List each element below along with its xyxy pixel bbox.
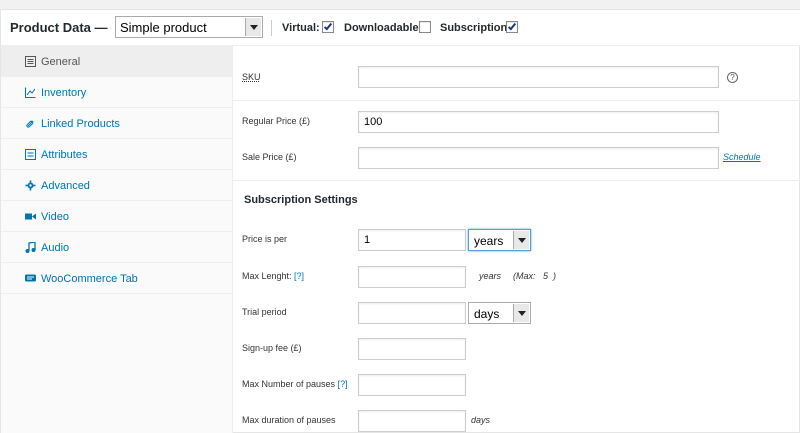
regular-price-input[interactable] — [358, 111, 719, 133]
video-icon — [25, 213, 36, 220]
product-type-value: Simple product — [120, 20, 207, 35]
price-per-unit-select[interactable]: years — [468, 229, 531, 251]
tab-linked-products[interactable]: Linked Products — [1, 108, 233, 139]
trial-period-label: Trial period — [242, 307, 287, 317]
tab-inventory[interactable]: Inventory — [1, 77, 233, 108]
max-pauses-label: Max Number of pauses [?] — [242, 379, 348, 389]
chevron-down-icon — [245, 18, 261, 36]
max-pauses-help-link[interactable]: [?] — [338, 379, 348, 389]
checkmark-icon — [507, 21, 517, 31]
max-length-label: Max Lenght: [?] — [242, 271, 305, 281]
panel-header: Product Data — Simple product Virtual: D… — [1, 10, 800, 46]
tab-attributes[interactable]: Attributes — [1, 139, 233, 170]
tab-label: General — [41, 56, 81, 68]
tab-advanced[interactable]: Advanced — [1, 170, 233, 201]
tab-icon — [25, 274, 36, 282]
audio-icon — [25, 242, 36, 253]
max-pauses-input[interactable] — [358, 374, 466, 396]
signup-fee-input[interactable] — [358, 338, 466, 360]
tab-label: Advanced — [41, 180, 90, 192]
tab-label: Linked Products — [41, 118, 120, 130]
tab-label: WooCommerce Tab — [41, 273, 138, 285]
pause-duration-label: Max duration of pauses — [242, 415, 336, 425]
subscription-settings-title: Subscription Settings — [244, 194, 358, 206]
regular-price-label: Regular Price (£) — [242, 116, 311, 126]
price-per-unit-value: years — [474, 234, 504, 248]
sku-input[interactable] — [358, 66, 719, 88]
pause-duration-unit: days — [471, 415, 491, 425]
pause-duration-input[interactable] — [358, 410, 466, 432]
virtual-checkbox[interactable] — [322, 21, 334, 33]
inventory-icon — [25, 87, 36, 98]
header-divider — [271, 20, 272, 36]
divider — [233, 100, 800, 101]
signup-fee-label: Sign-up fee (£) — [242, 343, 302, 353]
help-icon[interactable]: ? — [727, 72, 738, 83]
product-data-panel: Product Data — Simple product Virtual: D… — [0, 9, 800, 433]
chevron-down-icon — [513, 304, 529, 322]
sale-price-input[interactable] — [358, 147, 719, 169]
general-icon — [25, 56, 36, 67]
tab-woocommerce[interactable]: WooCommerce Tab — [1, 263, 233, 294]
gear-icon — [25, 180, 36, 191]
tab-label: Attributes — [41, 149, 88, 161]
price-per-label: Price is per — [242, 234, 288, 244]
general-panel: SKU ? Regular Price (£) Sale Price (£) S… — [233, 46, 800, 433]
trial-period-unit-select[interactable]: days — [468, 302, 531, 324]
tab-label: Inventory — [41, 87, 87, 99]
attributes-icon — [25, 149, 36, 160]
downloadable-label: Downloadable: — [344, 22, 423, 34]
tab-label: Video — [41, 211, 69, 223]
tab-label: Audio — [41, 242, 70, 254]
sku-label: SKU — [242, 72, 261, 82]
tab-general[interactable]: General — [1, 46, 233, 77]
divider — [233, 180, 800, 181]
max-length-unit: years — [479, 271, 502, 281]
tab-audio[interactable]: Audio — [1, 232, 233, 263]
tab-video[interactable]: Video — [1, 201, 233, 232]
price-per-input[interactable] — [358, 229, 466, 251]
schedule-link[interactable]: Schedule — [723, 152, 761, 162]
downloadable-checkbox[interactable] — [419, 21, 431, 33]
max-length-max: (Max: 5 ) — [513, 271, 557, 281]
chevron-down-icon — [513, 231, 529, 249]
panel-title: Product Data — — [10, 20, 108, 35]
max-length-input[interactable] — [358, 266, 466, 288]
subscription-checkbox[interactable] — [506, 21, 518, 33]
checkmark-icon — [323, 21, 333, 31]
trial-period-unit-value: days — [474, 307, 500, 321]
link-icon — [26, 120, 34, 128]
subscription-label: Subscription: — [440, 22, 511, 34]
virtual-label: Virtual: — [282, 22, 320, 34]
product-type-select[interactable]: Simple product — [115, 16, 263, 38]
sale-price-label: Sale Price (£) — [242, 152, 297, 162]
trial-period-input[interactable] — [358, 302, 466, 324]
max-length-help-link[interactable]: [?] — [294, 271, 304, 281]
product-data-tabs: General Inventory Linked Products Attrib… — [1, 46, 233, 433]
